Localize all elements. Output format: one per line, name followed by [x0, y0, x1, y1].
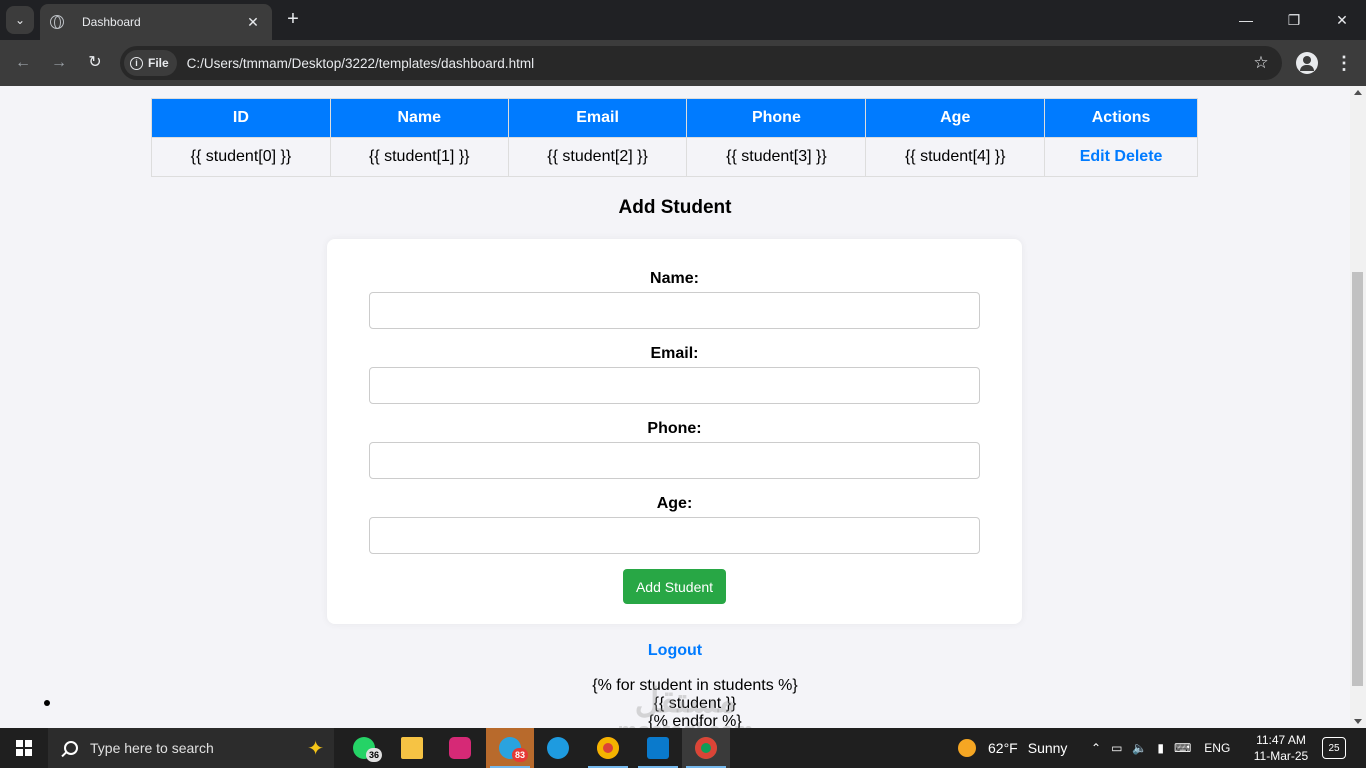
start-button[interactable]	[0, 728, 48, 768]
edge-taskbar-icon[interactable]	[534, 728, 582, 768]
search-icon	[64, 741, 78, 755]
name-label: Name:	[650, 270, 699, 287]
restore-icon[interactable]: ❐	[1270, 0, 1318, 40]
age-label: Age:	[656, 495, 693, 512]
profile-avatar-icon[interactable]	[1296, 52, 1318, 74]
edit-link[interactable]: Edit	[1080, 148, 1110, 165]
file-explorer-taskbar-icon[interactable]	[388, 728, 436, 768]
whatsapp-badge: 36	[366, 748, 382, 762]
logout-link[interactable]: Logout	[0, 642, 1350, 660]
cell-phone: {{ student[3] }}	[686, 137, 867, 177]
age-input[interactable]	[369, 517, 980, 554]
table-row: {{ student[0] }} {{ student[1] }} {{ stu…	[151, 137, 1198, 177]
browser-toolbar: ← → ↻ i File C:/Users/tmmam/Desktop/3222…	[0, 40, 1366, 86]
add-student-button[interactable]: Add Student	[623, 569, 726, 604]
minimize-icon[interactable]: —	[1222, 0, 1270, 40]
forward-arrow-icon[interactable]: →	[48, 52, 70, 74]
cell-email: {{ student[2] }}	[507, 137, 688, 177]
address-bar[interactable]: i File C:/Users/tmmam/Desktop/3222/templ…	[120, 46, 1282, 80]
taskbar-search[interactable]: Type here to search ✦	[48, 728, 334, 768]
info-icon: i	[130, 56, 143, 70]
keyboard-icon[interactable]: ⌨	[1174, 741, 1191, 755]
cell-actions: Edit Delete	[1044, 137, 1198, 177]
clock-date: 11-Mar-25	[1253, 749, 1309, 763]
instagram-taskbar-icon[interactable]	[436, 728, 484, 768]
tab-search-chevron-icon[interactable]: ⌄	[6, 6, 34, 34]
weather-widget[interactable]: 62°F Sunny	[958, 728, 1067, 768]
add-student-form: Name: Email: Phone: Age: Add Student	[327, 239, 1022, 624]
url-text[interactable]: C:/Users/tmmam/Desktop/3222/templates/da…	[187, 56, 1246, 71]
close-tab-icon[interactable]: ✕	[244, 14, 262, 31]
site-info-chip[interactable]: i File	[124, 50, 177, 76]
column-header-phone: Phone	[686, 98, 867, 138]
watermark-latin: mostaql.com	[598, 718, 773, 728]
sun-icon	[958, 739, 976, 757]
tab-dashboard[interactable]: Dashboard ✕	[40, 4, 272, 40]
telegram-badge: 83	[512, 748, 528, 762]
whatsapp-taskbar-icon[interactable]: 36	[340, 728, 388, 768]
close-window-icon[interactable]: ✕	[1318, 0, 1366, 40]
column-header-age: Age	[865, 98, 1046, 138]
vscode-taskbar-icon[interactable]	[634, 728, 682, 768]
delete-link[interactable]: Delete	[1114, 148, 1162, 165]
scroll-up-arrow-icon[interactable]	[1354, 90, 1362, 95]
cell-age: {{ student[4] }}	[865, 137, 1046, 177]
window-controls: — ❐ ✕	[1222, 0, 1366, 40]
notification-center-icon[interactable]: 25	[1322, 737, 1346, 759]
column-header-name: Name	[329, 98, 509, 138]
watermark-arabic: مستقل	[634, 682, 737, 720]
volume-icon[interactable]: 🔈	[1132, 741, 1147, 755]
weather-temp: 62°F	[988, 740, 1018, 756]
tray-chevron-up-icon[interactable]: ⌃	[1091, 741, 1101, 755]
add-student-heading: Add Student	[618, 197, 732, 218]
students-table: ID Name Email Phone Age Actions {{ stude…	[151, 98, 1198, 177]
column-header-id: ID	[151, 98, 331, 138]
cell-id: {{ student[0] }}	[151, 137, 331, 177]
network-icon[interactable]: ▭	[1111, 741, 1122, 755]
browser-menu-icon[interactable]: ⋮	[1334, 52, 1354, 74]
browser-tab-bar: ⌄ Dashboard ✕ + — ❐ ✕	[0, 0, 1366, 40]
name-input[interactable]	[369, 292, 980, 329]
windows-taskbar: Type here to search ✦ 36 83 62°F Sunny ⌃…	[0, 728, 1366, 768]
mostaql-watermark: مستقل mostaql.com	[598, 684, 773, 728]
language-indicator[interactable]: ENG	[1204, 741, 1230, 755]
chrome-taskbar-icon[interactable]	[584, 728, 632, 768]
phone-input[interactable]	[369, 442, 980, 479]
telegram-taskbar-icon[interactable]: 83	[486, 728, 534, 768]
taskbar-search-placeholder: Type here to search	[90, 740, 214, 756]
scrollbar-thumb[interactable]	[1352, 272, 1363, 686]
tab-title: Dashboard	[82, 15, 141, 29]
column-header-email: Email	[507, 98, 688, 138]
bookmark-star-icon[interactable]: ☆	[1246, 53, 1276, 73]
system-tray: ⌃ ▭ 🔈 ▮ ⌨ ENG	[1086, 728, 1235, 768]
sparkle-icon: ✦	[307, 737, 324, 760]
chrome-window-taskbar-icon[interactable]	[682, 728, 730, 768]
windows-logo-icon	[16, 740, 32, 756]
back-arrow-icon[interactable]: ←	[12, 52, 34, 74]
email-input[interactable]	[369, 367, 980, 404]
email-label: Email:	[650, 345, 699, 362]
reload-icon[interactable]: ↻	[84, 52, 106, 74]
page-viewport: ID Name Email Phone Age Actions {{ stude…	[0, 86, 1350, 728]
cell-name: {{ student[1] }}	[329, 137, 509, 177]
table-header-row: ID Name Email Phone Age Actions	[151, 98, 1198, 138]
scroll-down-arrow-icon[interactable]	[1354, 719, 1362, 724]
phone-label: Phone:	[647, 420, 702, 437]
weather-text: Sunny	[1027, 740, 1068, 756]
battery-icon[interactable]: ▮	[1157, 741, 1164, 755]
notification-count: 25	[1328, 743, 1340, 754]
column-header-actions: Actions	[1044, 98, 1198, 138]
globe-icon	[50, 15, 64, 29]
clock-time: 11:47 AM	[1256, 733, 1306, 747]
taskbar-clock[interactable]: 11:47 AM 11-Mar-25	[1250, 732, 1312, 764]
new-tab-icon[interactable]: +	[282, 8, 304, 30]
file-chip-label: File	[148, 56, 169, 70]
page-scrollbar[interactable]	[1350, 86, 1366, 728]
